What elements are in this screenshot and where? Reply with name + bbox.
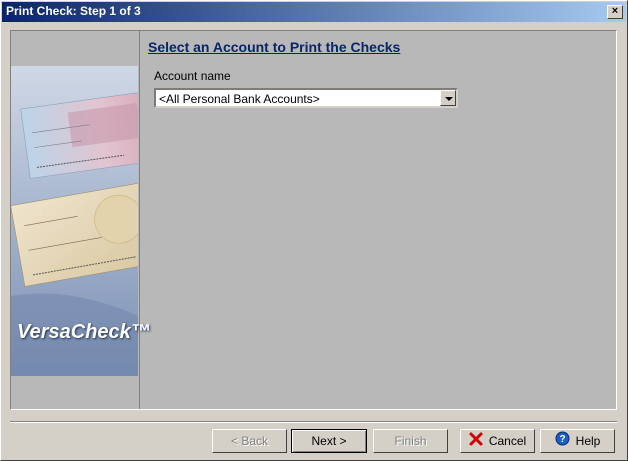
- footer-separator: [10, 421, 617, 423]
- account-name-value: <All Personal Bank Accounts>: [159, 92, 320, 106]
- cancel-button-label: Cancel: [488, 434, 527, 448]
- versacheck-logo: VersaCheck™: [17, 321, 151, 343]
- window-title: Print Check: Step 1 of 3: [6, 4, 141, 18]
- close-button[interactable]: ×: [607, 5, 623, 19]
- next-button-label: Next >: [311, 434, 347, 448]
- wizard-panel: VersaCheck™ Select an Account to Print t…: [10, 30, 617, 410]
- finish-button-label: Finish: [394, 434, 427, 448]
- cancel-button[interactable]: Cancel: [460, 429, 535, 453]
- help-button-label: Help: [575, 434, 601, 448]
- dropdown-arrow-icon[interactable]: [440, 90, 456, 106]
- account-name-label-text: Account name: [154, 69, 231, 83]
- title-bar[interactable]: Print Check: Step 1 of 3 ×: [2, 2, 626, 22]
- print-check-dialog: Print Check: Step 1 of 3 × VersaCheck™ S…: [0, 0, 628, 461]
- page-title: Select an Account to Print the Checks: [148, 39, 401, 55]
- help-icon: ?: [555, 431, 570, 453]
- back-button-label: < Back: [230, 434, 269, 448]
- finish-button[interactable]: Finish: [373, 429, 448, 453]
- cancel-icon: [469, 431, 483, 453]
- close-icon: ×: [611, 5, 619, 17]
- wizard-content: Select an Account to Print the Checks Ac…: [140, 31, 616, 409]
- svg-text:?: ?: [559, 434, 565, 445]
- account-name-label: Account name: [154, 69, 231, 83]
- account-name-dropdown[interactable]: <All Personal Bank Accounts>: [154, 88, 458, 108]
- help-button[interactable]: ? Help: [540, 429, 615, 453]
- versacheck-side-image: VersaCheck™: [11, 31, 151, 409]
- next-button[interactable]: Next >: [291, 429, 367, 453]
- back-button[interactable]: < Back: [212, 429, 287, 453]
